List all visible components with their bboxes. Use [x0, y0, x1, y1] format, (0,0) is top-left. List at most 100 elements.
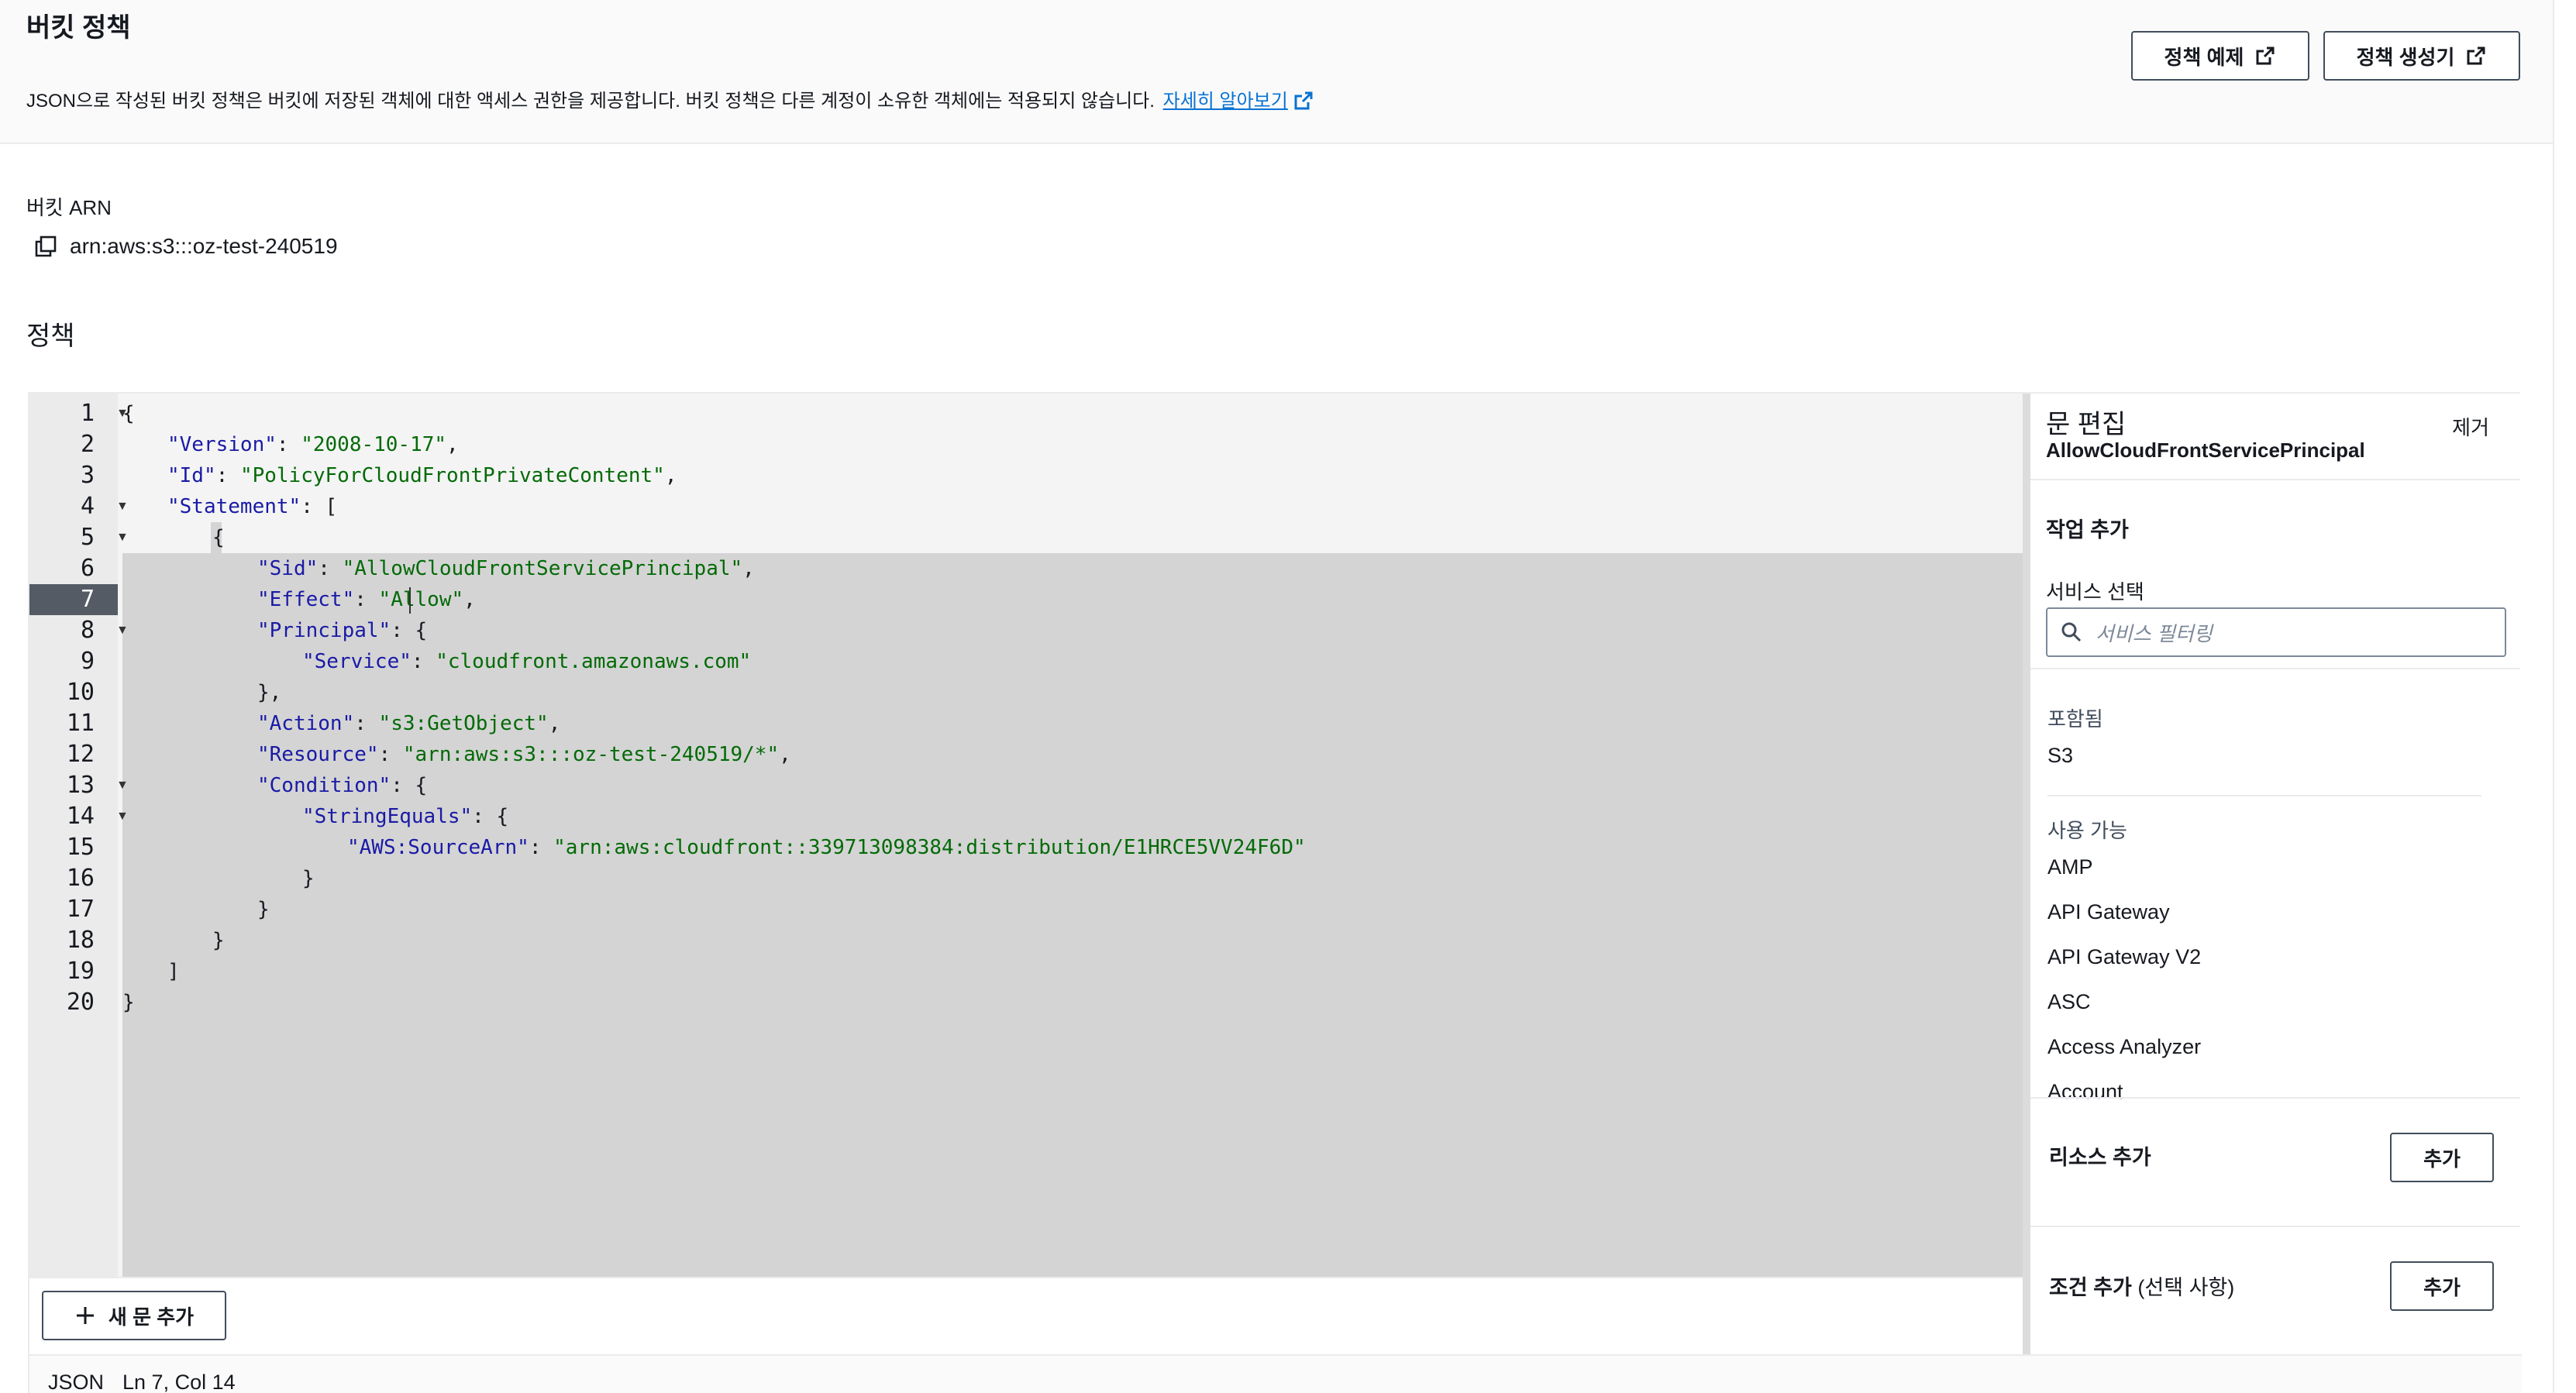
- code-token: }: [122, 991, 135, 1014]
- json-key: "Id": [167, 464, 216, 487]
- code-line-4: "Statement": [: [167, 491, 337, 522]
- page-header: 버킷 정책 JSON으로 작성된 버킷 정책은 버킷에 저장된 객체에 대한 액…: [0, 0, 2553, 144]
- fold-toggle-icon[interactable]: ▼: [116, 801, 129, 832]
- available-label: 사용 가능: [2047, 819, 2127, 842]
- code-token: : {: [472, 805, 509, 828]
- panel-title: 문 편집: [2046, 410, 2127, 439]
- editor-status-bar: JSON Ln 7, Col 14: [29, 1354, 2522, 1393]
- line-number: 15: [66, 834, 95, 861]
- json-key: "Resource": [257, 743, 379, 766]
- service-filter-placeholder: 서비스 필터링: [2096, 621, 2213, 645]
- add-resource-button[interactable]: 추가: [2390, 1133, 2494, 1182]
- selection-highlight: [122, 956, 2023, 987]
- code-line-7: "Effect": "Allow",: [257, 588, 476, 611]
- line-number: 16: [66, 865, 95, 892]
- bucket-arn-row: arn:aws:s3:::oz-test-240519: [34, 234, 338, 259]
- fold-toggle-icon[interactable]: ▼: [116, 522, 129, 553]
- json-string: "AllowCloudFrontServicePrincipal": [342, 557, 743, 580]
- code-line-3: "Id": "PolicyForCloudFrontPrivateContent…: [167, 464, 677, 487]
- policy-editor: 1 ▼ 2 3 4 ▼ 5 ▼ 6 7 8 ▼ 9 10 11 12 13 ▼ 14 ▼ 15 16 17 18 19 20 { …: [28, 392, 2522, 1393]
- service-item[interactable]: AMP: [2047, 855, 2093, 879]
- json-string: "PolicyForCloudFrontPrivateContent": [239, 464, 665, 487]
- fold-toggle-icon[interactable]: ▼: [116, 491, 129, 522]
- json-key: "Principal": [257, 619, 391, 642]
- json-key: "Condition": [257, 774, 391, 797]
- service-item[interactable]: ASC: [2047, 990, 2091, 1014]
- external-link-icon: [1294, 91, 1313, 110]
- service-select-label: 서비스 선택: [2046, 580, 2144, 604]
- divider: [2030, 1097, 2520, 1099]
- bucket-arn-value: arn:aws:s3:::oz-test-240519: [70, 234, 338, 258]
- line-number: 13: [66, 772, 95, 799]
- code-line-1: {: [122, 398, 135, 429]
- page-description: JSON으로 작성된 버킷 정책은 버킷에 저장된 객체에 대한 액세스 권한을…: [26, 85, 1314, 112]
- remove-statement-button[interactable]: 제거: [2452, 412, 2489, 441]
- code-line-20: }: [122, 987, 135, 1018]
- line-number: 18: [66, 927, 95, 954]
- line-number: 14: [66, 803, 95, 830]
- divider: [2047, 795, 2481, 796]
- description-text: JSON으로 작성된 버킷 정책은 버킷에 저장된 객체에 대한 액세스 권한을…: [26, 91, 1155, 112]
- add-new-statement-label: 새 문 추가: [108, 1305, 195, 1329]
- panel-resize-handle[interactable]: [2023, 394, 2030, 1354]
- fold-toggle-icon[interactable]: ▼: [116, 615, 129, 646]
- external-link-icon: [2467, 46, 2485, 65]
- service-filter-input[interactable]: 서비스 필터링: [2046, 607, 2506, 657]
- copy-icon[interactable]: [34, 235, 57, 258]
- code-editor[interactable]: 1 ▼ 2 3 4 ▼ 5 ▼ 6 7 8 ▼ 9 10 11 12 13 ▼ 14 ▼ 15 16 17 18 19 20 { …: [29, 394, 2023, 1277]
- service-item[interactable]: Access Analyzer: [2047, 1035, 2201, 1059]
- line-number: 17: [66, 896, 95, 923]
- json-key: "Sid": [257, 557, 319, 580]
- json-key: "StringEquals": [302, 805, 473, 828]
- code-line-18: }: [212, 925, 225, 956]
- optional-label: (선택 사항): [2137, 1276, 2235, 1299]
- line-number: 9: [80, 648, 95, 675]
- json-key: "AWS:SourceArn": [347, 836, 529, 859]
- add-new-statement-button[interactable]: 새 문 추가: [42, 1291, 226, 1340]
- line-number: 10: [66, 679, 95, 706]
- learn-more-link[interactable]: 자세히 알아보기: [1163, 91, 1288, 112]
- code-token: {: [122, 402, 135, 425]
- json-key: "Statement": [167, 495, 301, 518]
- json-string: "cloudfront.amazonaws.com": [436, 650, 752, 673]
- line-number: 2: [80, 431, 95, 458]
- policy-generator-button[interactable]: 정책 생성기: [2323, 31, 2520, 81]
- code-line-14: "StringEquals": {: [302, 801, 508, 832]
- page-edge-divider: [2553, 0, 2554, 1393]
- json-string: "2008-10-17": [301, 433, 447, 456]
- code-token: }: [212, 929, 225, 952]
- line-number: 11: [66, 710, 95, 737]
- json-key: "Version": [167, 433, 277, 456]
- code-token: : {: [391, 619, 428, 642]
- code-line-5: {: [212, 522, 225, 553]
- service-item[interactable]: S3: [2047, 744, 2073, 768]
- json-string: "arn:aws:cloudfront::339713098384:distri…: [553, 836, 1306, 859]
- statement-editor-panel: 문 편집 AllowCloudFrontServicePrincipal 제거 …: [2030, 394, 2520, 1354]
- status-language: JSON: [48, 1371, 105, 1393]
- code-line-19: ]: [167, 956, 180, 987]
- panel-header: 문 편집 AllowCloudFrontServicePrincipal 제거: [2030, 394, 2520, 480]
- code-line-6: "Sid": "AllowCloudFrontServicePrincipal"…: [257, 557, 755, 580]
- service-item[interactable]: API Gateway: [2047, 900, 2170, 924]
- json-key: "Effect": [257, 588, 355, 611]
- code-token: {: [212, 526, 225, 549]
- add-condition-heading: 조건 추가 (선택 사항): [2049, 1271, 2234, 1301]
- code-line-15: "AWS:SourceArn": "arn:aws:cloudfront::33…: [347, 836, 1306, 859]
- code-token: ]: [167, 960, 180, 983]
- policy-examples-button[interactable]: 정책 예제: [2131, 31, 2309, 81]
- line-number: 12: [66, 741, 95, 768]
- included-label: 포함됨: [2047, 707, 2103, 731]
- search-icon: [2061, 622, 2082, 642]
- fold-toggle-icon[interactable]: ▼: [116, 770, 129, 801]
- line-number: 7: [29, 584, 118, 615]
- code-token: : {: [391, 774, 428, 797]
- line-number: 20: [66, 989, 95, 1016]
- json-string: "arn:aws:s3:::oz-test-240519/*": [402, 743, 780, 766]
- code-line-2: "Version": "2008-10-17",: [167, 433, 459, 456]
- divider: [2030, 1226, 2520, 1227]
- service-item[interactable]: API Gateway V2: [2047, 945, 2201, 969]
- code-line-16: }: [302, 863, 315, 894]
- add-condition-button[interactable]: 추가: [2390, 1261, 2494, 1311]
- code-line-10: },: [257, 677, 281, 708]
- statement-sid: AllowCloudFrontServicePrincipal: [2046, 439, 2365, 462]
